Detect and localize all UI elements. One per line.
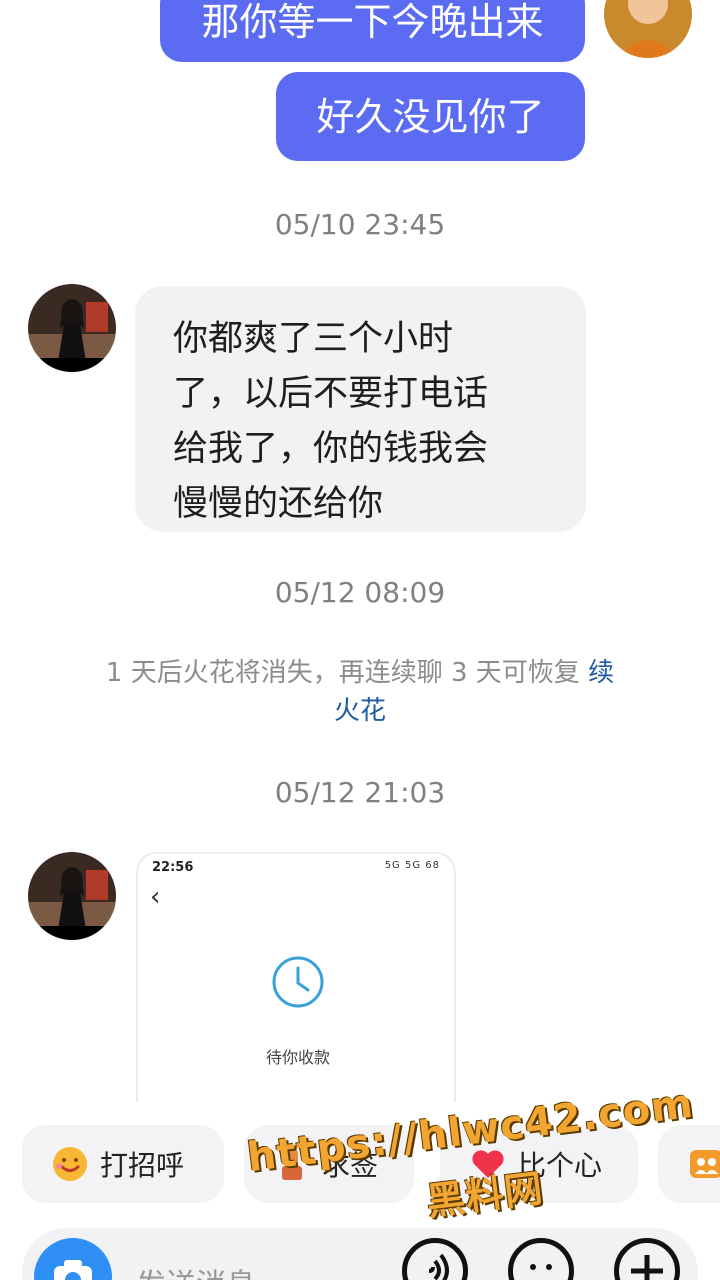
timestamp: 05/12 21:03 <box>274 776 446 809</box>
message-input[interactable] <box>22 1228 698 1280</box>
quick-reply-label: 打招呼 <box>100 1149 185 1182</box>
message-line: 给我了，你的钱我会 <box>173 429 489 469</box>
smile-emoji-icon <box>50 1144 90 1184</box>
timestamp: 05/12 08:09 <box>274 576 446 609</box>
group-icon <box>686 1144 720 1184</box>
message-placeholder: 发送消息 <box>136 1260 256 1280</box>
emoji-icon <box>530 1264 552 1270</box>
contact-avatar[interactable] <box>28 284 116 372</box>
screenshot-status-time: 22:56 <box>152 860 194 875</box>
camera-button[interactable] <box>34 1238 112 1280</box>
plus-icon <box>631 1255 663 1280</box>
screenshot-status-icons: 5G 5G 68 <box>384 860 440 871</box>
outgoing-message[interactable]: 好久没见你了 <box>276 72 585 161</box>
emoji-button[interactable] <box>508 1238 574 1280</box>
avatar-image <box>28 852 116 940</box>
quick-reply-chip[interactable] <box>658 1125 720 1203</box>
image-message[interactable]: 22:56 5G 5G 68 ‹ 待你收款 <box>136 852 456 1102</box>
my-avatar[interactable] <box>604 0 692 58</box>
outgoing-message[interactable]: 那你等一下今晚出来 <box>160 0 585 62</box>
back-arrow-icon: ‹ <box>150 882 161 912</box>
quick-reply-chip[interactable]: 打招呼 <box>22 1125 224 1203</box>
message-composer: 发送消息 <box>0 1220 720 1280</box>
incoming-message[interactable]: 你都爽了三个小时 了，以后不要打电话 给我了，你的钱我会 慢慢的还给你 <box>135 286 586 532</box>
timestamp: 05/10 23:45 <box>274 208 446 241</box>
contact-avatar[interactable] <box>28 852 116 940</box>
screenshot-caption: 待你收款 <box>265 1048 330 1067</box>
avatar-image <box>28 284 116 372</box>
clock-icon <box>272 956 324 1008</box>
voice-icon <box>428 1253 449 1280</box>
avatar-image <box>604 0 692 58</box>
voice-button[interactable] <box>402 1238 468 1280</box>
message-line: 慢慢的还给你 <box>173 484 384 524</box>
message-line: 了，以后不要打电话 <box>173 374 489 414</box>
message-text: 好久没见你了 <box>316 94 545 139</box>
streak-hint: 1 天后火花将消失，再连续聊 3 天可恢复 续火花 <box>100 654 620 730</box>
streak-hint-text: 1 天后火花将消失，再连续聊 3 天可恢复 <box>105 658 580 688</box>
message-text: 那你等一下今晚出来 <box>201 0 544 44</box>
more-button[interactable] <box>614 1238 680 1280</box>
message-line: 你都爽了三个小时 <box>173 319 454 359</box>
camera-icon <box>54 1260 92 1280</box>
